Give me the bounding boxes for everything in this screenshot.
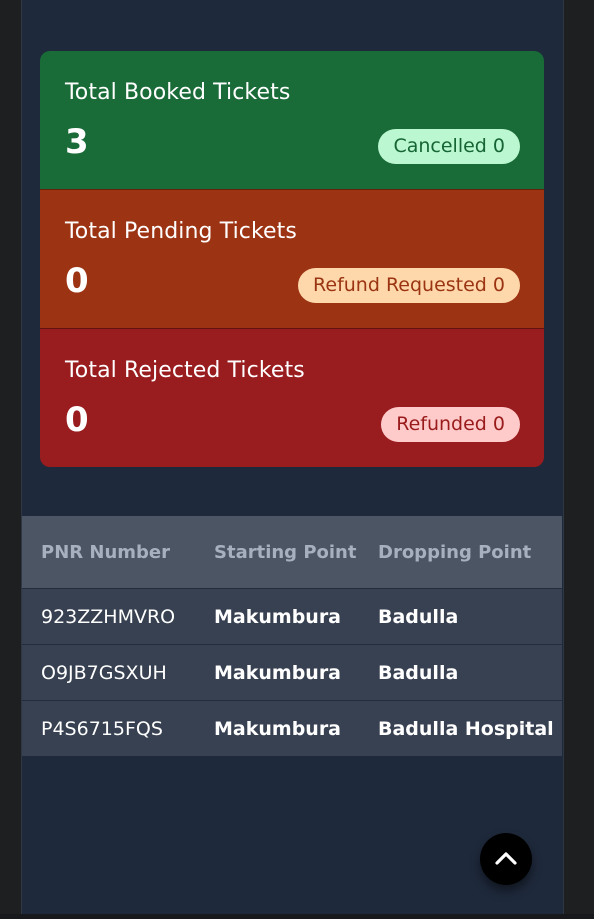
rejected-tickets-count: 0 <box>65 400 89 440</box>
tickets-table-container: PNR Number Starting Point Dropping Point… <box>22 516 562 756</box>
pnr-cell: 923ZZHMVRO <box>22 588 195 645</box>
booked-tickets-card: Total Booked Tickets 3 Cancelled 0 <box>40 51 544 189</box>
tickets-table: PNR Number Starting Point Dropping Point… <box>22 516 562 756</box>
table-row: O9JB7GSXUH Makumbura Badulla <box>22 644 562 701</box>
dropping-point-cell: Badulla Hospital <box>359 700 562 756</box>
ticket-stats: Total Booked Tickets 3 Cancelled 0 Total… <box>40 51 544 467</box>
bottom-edge <box>0 914 594 919</box>
dropping-point-cell: Badulla <box>359 644 562 701</box>
pending-tickets-card: Total Pending Tickets 0 Refund Requested… <box>40 189 544 328</box>
dropping-point-header: Dropping Point <box>359 516 562 589</box>
pending-tickets-label: Total Pending Tickets <box>65 219 297 244</box>
refunded-badge: Refunded 0 <box>381 407 520 442</box>
starting-point-cell: Makumbura <box>195 644 359 701</box>
table-header-row: PNR Number Starting Point Dropping Point <box>22 516 562 589</box>
pending-tickets-count: 0 <box>65 261 89 301</box>
chevron-up-icon <box>495 850 517 869</box>
starting-point-header: Starting Point <box>195 516 359 589</box>
rejected-tickets-card: Total Rejected Tickets 0 Refunded 0 <box>40 328 544 467</box>
pnr-cell: O9JB7GSXUH <box>22 644 195 701</box>
dropping-point-cell: Badulla <box>359 588 562 645</box>
booked-tickets-count: 3 <box>65 122 89 162</box>
starting-point-cell: Makumbura <box>195 588 359 645</box>
table-row: 923ZZHMVRO Makumbura Badulla <box>22 588 562 645</box>
table-row: P4S6715FQS Makumbura Badulla Hospital <box>22 700 562 756</box>
scroll-to-top-button[interactable] <box>480 833 532 885</box>
pnr-number-header: PNR Number <box>22 516 195 589</box>
starting-point-cell: Makumbura <box>195 700 359 756</box>
booked-tickets-label: Total Booked Tickets <box>65 80 291 105</box>
refund-requested-badge: Refund Requested 0 <box>298 268 520 303</box>
cancelled-badge: Cancelled 0 <box>378 129 520 164</box>
rejected-tickets-label: Total Rejected Tickets <box>65 358 305 383</box>
pnr-cell: P4S6715FQS <box>22 700 195 756</box>
